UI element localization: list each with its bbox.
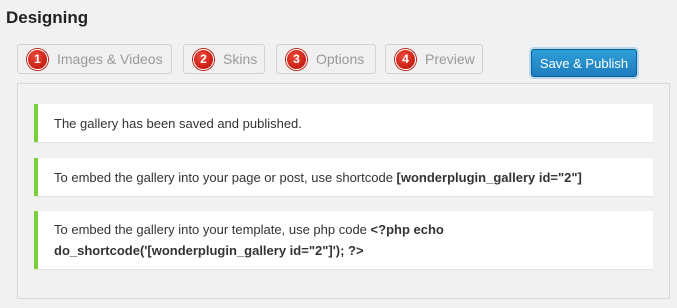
php-code-notice: To embed the gallery into your template,… [34, 211, 653, 269]
saved-notice-text: The gallery has been saved and published… [54, 115, 302, 131]
shortcode-notice-text: To embed the gallery into your page or p… [54, 167, 582, 188]
tab-skins[interactable]: 2 Skins [183, 44, 265, 74]
php-code-notice-text: To embed the gallery into your template,… [54, 219, 637, 261]
php-code-notice-label: To embed the gallery into your template,… [54, 222, 371, 237]
step-number-badge: 1 [27, 48, 48, 70]
notices-panel: The gallery has been saved and published… [17, 83, 670, 299]
shortcode-notice-label: To embed the gallery into your page or p… [54, 169, 397, 185]
tab-label: Options [316, 51, 365, 67]
page: Designing 1 Images & Videos 2 Skins 3 Op… [0, 0, 677, 308]
shortcode-value: [wonderplugin_gallery id="2"] [396, 169, 582, 185]
save-publish-button[interactable]: Save & Publish [531, 49, 637, 77]
shortcode-notice: To embed the gallery into your page or p… [34, 158, 653, 196]
tab-preview[interactable]: 4 Preview [385, 44, 483, 74]
tab-label: Images & Videos [57, 51, 163, 67]
step-number-badge: 3 [286, 48, 307, 70]
tab-options[interactable]: 3 Options [276, 44, 376, 74]
tab-label: Preview [425, 51, 475, 67]
page-title: Designing [6, 8, 89, 27]
tab-label: Skins [223, 51, 258, 67]
tab-images-videos[interactable]: 1 Images & Videos [17, 44, 172, 74]
step-number-badge: 4 [395, 48, 416, 70]
step-number-badge: 2 [193, 48, 214, 70]
saved-notice: The gallery has been saved and published… [34, 104, 653, 142]
